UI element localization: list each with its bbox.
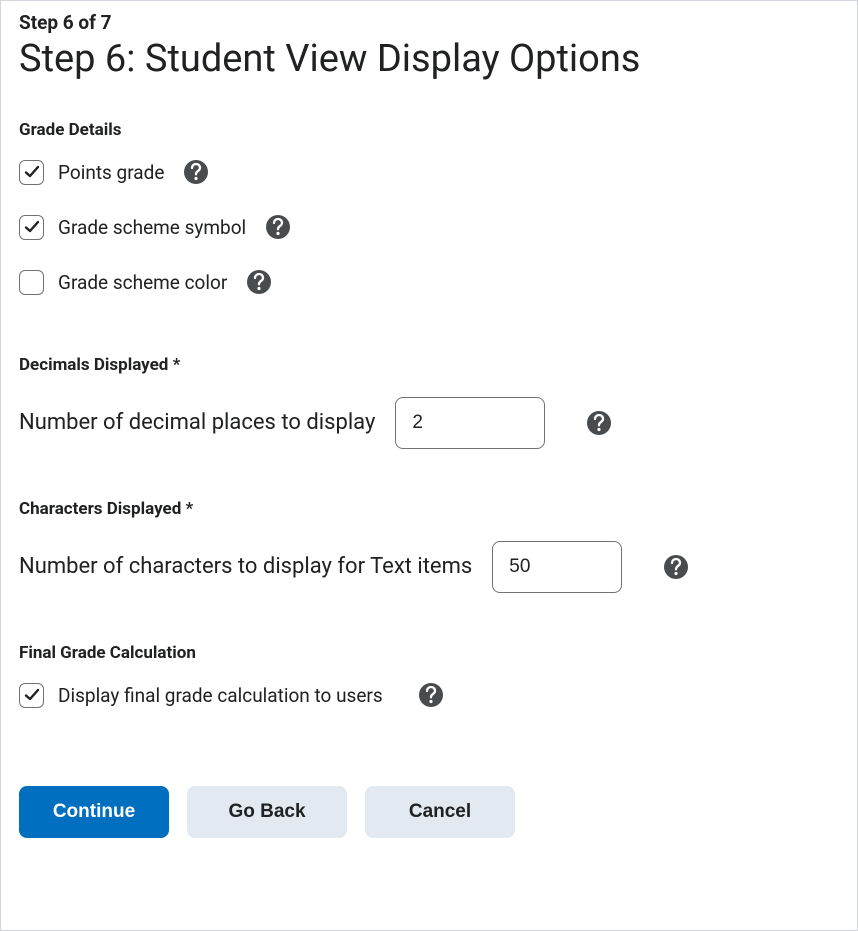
help-icon[interactable]: [664, 555, 688, 579]
checkbox-row-points-grade: Points grade: [19, 160, 839, 185]
checkbox-final-grade[interactable]: [19, 683, 44, 708]
help-icon[interactable]: [419, 683, 443, 707]
section-heading-final-grade: Final Grade Calculation: [19, 643, 839, 663]
help-icon[interactable]: [247, 270, 271, 294]
checkbox-row-scheme-symbol: Grade scheme symbol: [19, 215, 839, 240]
decimals-input[interactable]: [395, 397, 545, 449]
characters-label: Number of characters to display for Text…: [19, 554, 472, 579]
section-heading-characters: Characters Displayed *: [19, 499, 839, 519]
go-back-button[interactable]: Go Back: [187, 786, 347, 838]
step-indicator: Step 6 of 7: [19, 11, 839, 34]
checkbox-row-scheme-color: Grade scheme color: [19, 270, 839, 295]
checkbox-label: Grade scheme symbol: [58, 216, 246, 239]
characters-input[interactable]: [492, 541, 622, 593]
checkbox-label: Grade scheme color: [58, 271, 227, 294]
help-icon[interactable]: [587, 411, 611, 435]
checkbox-row-final-grade: Display final grade calculation to users: [19, 683, 839, 708]
checkbox-points-grade[interactable]: [19, 160, 44, 185]
cancel-button[interactable]: Cancel: [365, 786, 515, 838]
button-row: Continue Go Back Cancel: [19, 786, 839, 838]
section-heading-grade-details: Grade Details: [19, 120, 839, 140]
decimals-field-row: Number of decimal places to display: [19, 397, 839, 449]
wizard-panel: Step 6 of 7 Step 6: Student View Display…: [0, 0, 858, 931]
checkbox-label: Points grade: [58, 161, 164, 184]
section-heading-decimals: Decimals Displayed *: [19, 355, 839, 375]
help-icon[interactable]: [266, 215, 290, 239]
characters-field-row: Number of characters to display for Text…: [19, 541, 839, 593]
decimals-label: Number of decimal places to display: [19, 410, 375, 435]
page-title: Step 6: Student View Display Options: [19, 36, 839, 84]
checkbox-scheme-symbol[interactable]: [19, 215, 44, 240]
help-icon[interactable]: [184, 160, 208, 184]
grade-details-list: Points grade Grade scheme symbol Grade s…: [19, 160, 839, 295]
checkbox-scheme-color[interactable]: [19, 270, 44, 295]
checkbox-label: Display final grade calculation to users: [58, 684, 383, 707]
continue-button[interactable]: Continue: [19, 786, 169, 838]
